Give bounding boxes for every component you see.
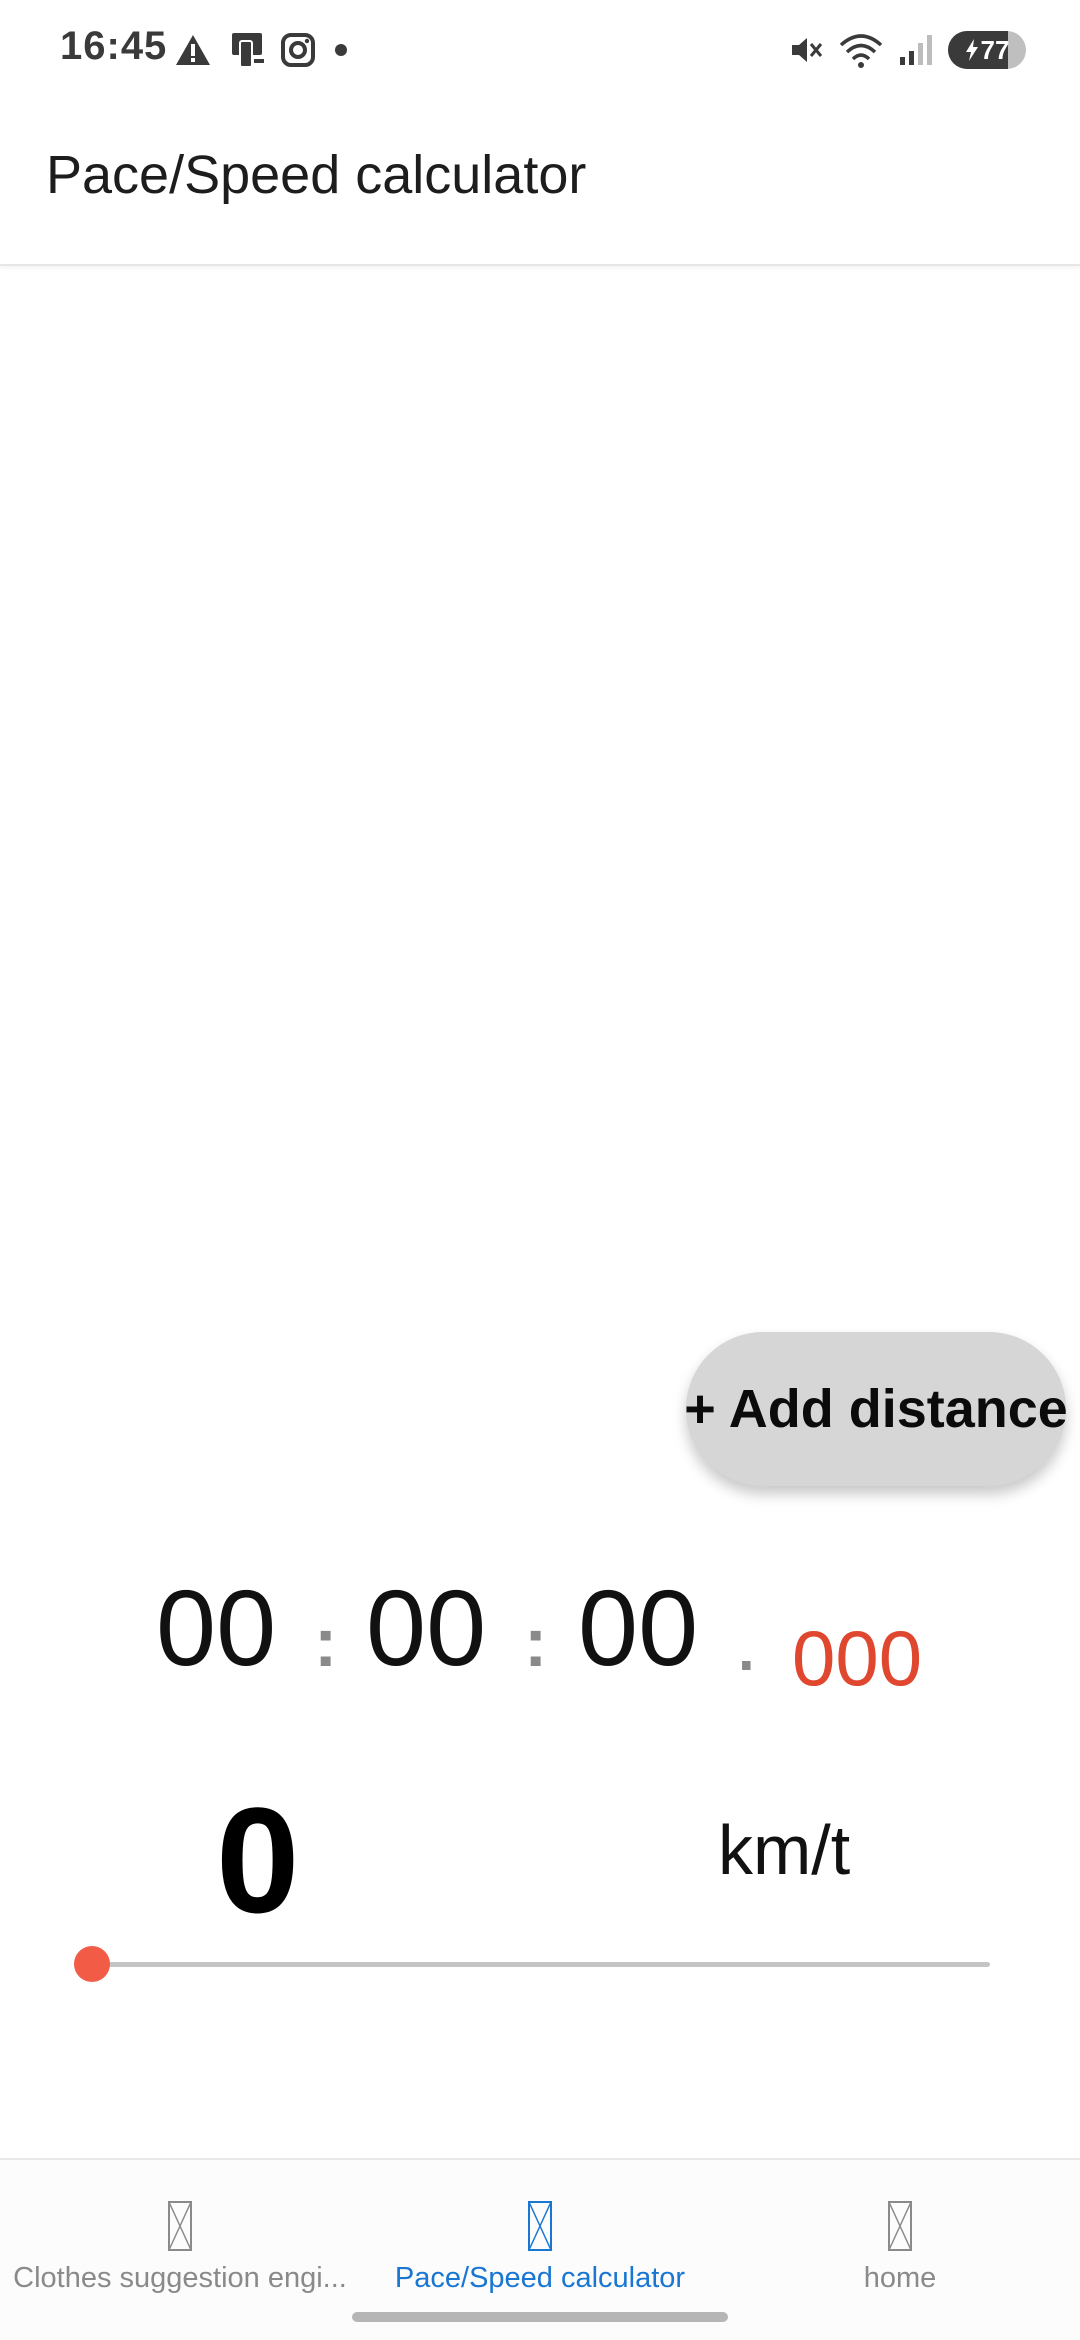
timer-minutes: 00 bbox=[366, 1567, 487, 1688]
status-right-icons: 77 bbox=[788, 28, 1026, 72]
nav-item-home[interactable]: home bbox=[720, 2160, 1080, 2340]
nav-label-clothes-suggestion: Clothes suggestion engi... bbox=[13, 2262, 347, 2294]
slider-track[interactable] bbox=[92, 1962, 990, 1967]
app-screen: 16:45 77 Pace/Speed calculator + Add dis… bbox=[0, 0, 1080, 2340]
stopwatch-display: 00 : 00 : 00 . 000 bbox=[0, 1568, 1080, 1718]
add-distance-button[interactable]: + Add distance bbox=[686, 1332, 1066, 1486]
timer-seconds: 00 bbox=[578, 1567, 699, 1688]
battery-indicator: 77 bbox=[948, 31, 1026, 69]
nav-label-home: home bbox=[863, 2262, 937, 2294]
charging-bolt-icon bbox=[965, 39, 978, 61]
signal-icon bbox=[900, 35, 932, 65]
wifi-icon bbox=[839, 34, 883, 68]
status-bar: 16:45 77 bbox=[0, 0, 1080, 100]
nav-label-pace-speed: Pace/Speed calculator bbox=[394, 2262, 686, 2294]
status-time: 16:45 bbox=[60, 24, 168, 68]
instagram-icon bbox=[281, 33, 315, 67]
status-left-icons bbox=[174, 28, 352, 72]
app-bar: Pace/Speed calculator bbox=[0, 100, 1080, 266]
timer-milliseconds: 000 bbox=[792, 1614, 923, 1702]
timer-colon: : bbox=[524, 1603, 548, 1681]
page-title: Pace/Speed calculator bbox=[46, 145, 587, 205]
home-indicator[interactable] bbox=[352, 2312, 728, 2322]
timer-dot: . bbox=[738, 1616, 755, 1683]
timer-colon: : bbox=[314, 1603, 338, 1681]
broken-image-icon bbox=[528, 2201, 552, 2251]
speed-slider[interactable] bbox=[74, 1944, 990, 1984]
broken-image-icon bbox=[888, 2201, 912, 2251]
nav-item-clothes-suggestion[interactable]: Clothes suggestion engi... bbox=[0, 2160, 360, 2340]
speed-value: 0 bbox=[216, 1776, 300, 1944]
cast-icon bbox=[232, 33, 264, 68]
slider-thumb[interactable] bbox=[74, 1946, 110, 1982]
battery-percent: 77 bbox=[980, 34, 1010, 65]
broken-image-icon bbox=[168, 2201, 192, 2251]
timer-hours: 00 bbox=[156, 1567, 277, 1688]
warning-icon bbox=[176, 35, 210, 65]
speed-unit: km/t bbox=[718, 1811, 851, 1889]
dot-icon bbox=[335, 44, 347, 56]
battery-text: 77 bbox=[965, 34, 1010, 66]
mute-icon bbox=[792, 38, 823, 62]
